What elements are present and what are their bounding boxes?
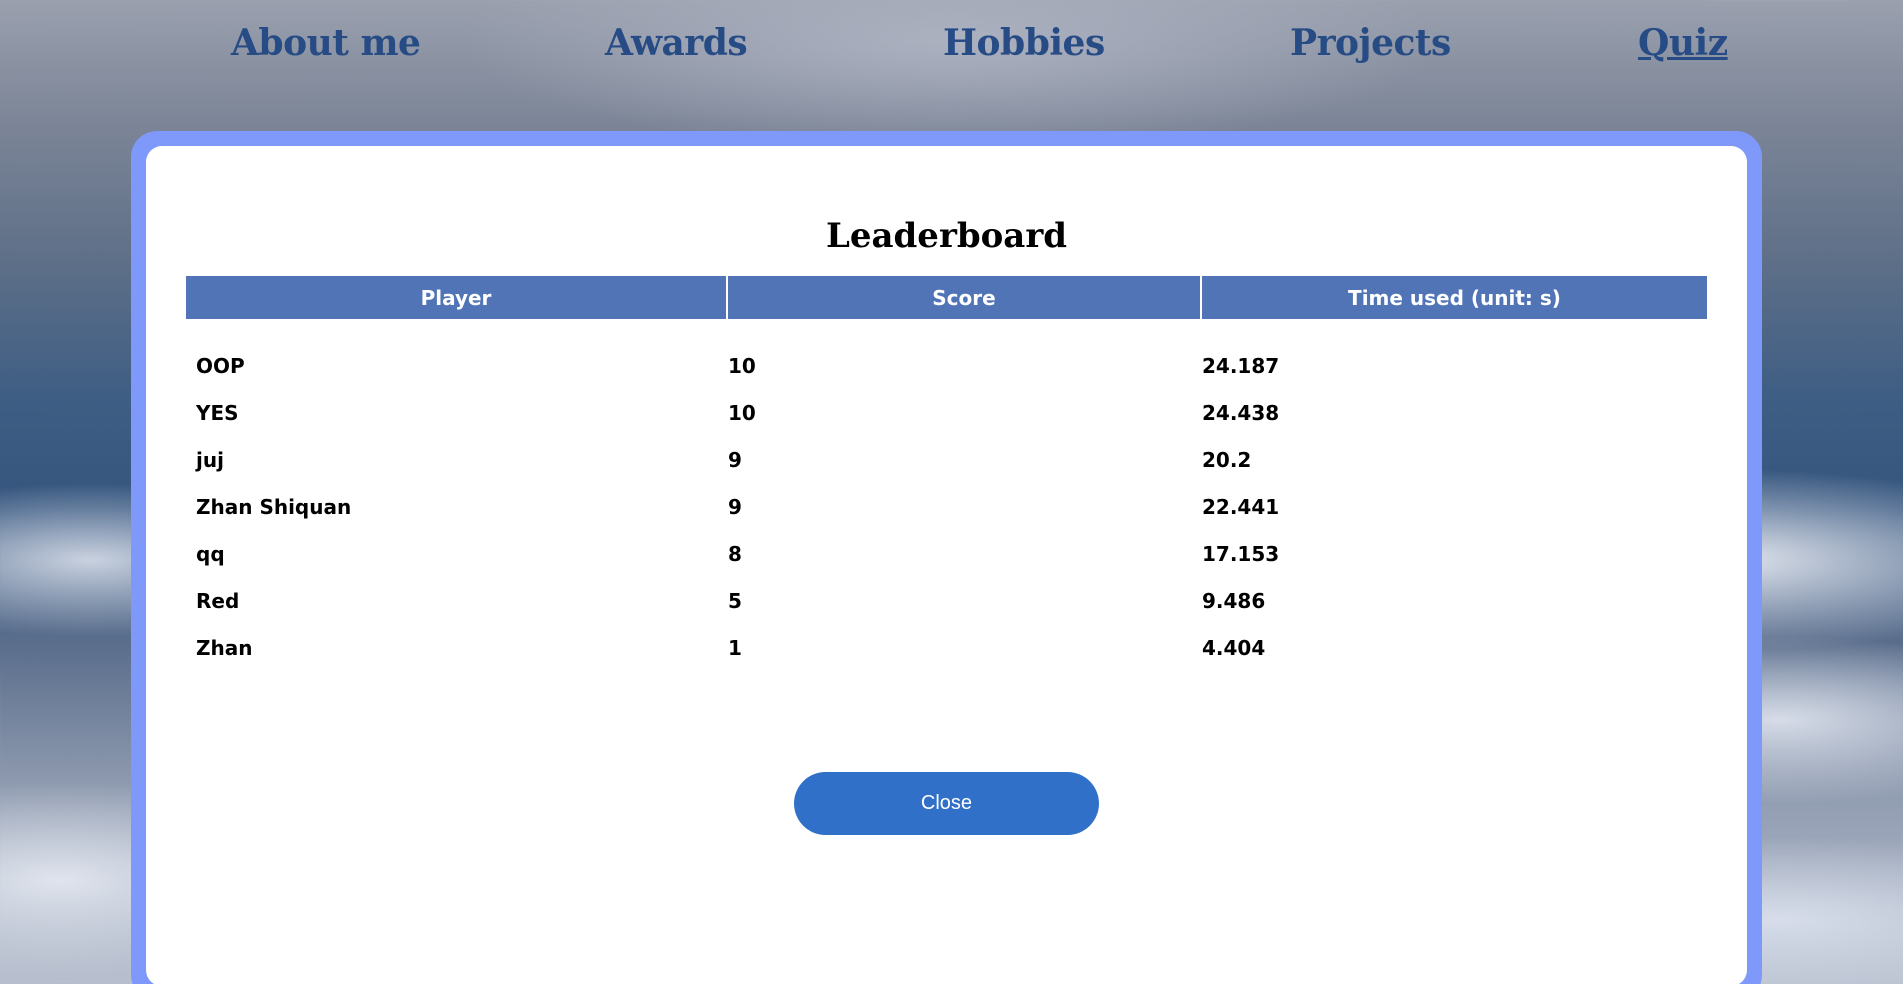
leaderboard-modal: Leaderboard Player Score Time used (unit… [131,131,1762,984]
nav-link-about-me[interactable]: About me [231,22,421,64]
player-cell: Zhan [196,635,253,660]
table-row: Zhan Shiquan 9 22.441 [186,483,1707,530]
leaderboard-title: Leaderboard [825,216,1068,256]
player-cell: qq [196,541,225,566]
table-row: qq 8 17.153 [186,530,1707,577]
time-cell: 9.486 [1202,588,1266,613]
table-row: YES 10 24.438 [186,389,1707,436]
leaderboard-table-header: Player Score Time used (unit: s) [186,276,1707,319]
time-cell: 4.404 [1202,635,1266,660]
player-cell: juj [196,447,224,472]
leaderboard-table-body: OOP 10 24.187 YES 10 24.438 juj 9 20.2 Z… [186,342,1707,671]
column-header-player: Player [186,276,726,319]
score-cell: 9 [728,447,742,472]
nav-link-awards[interactable]: Awards [605,22,748,64]
player-cell: Zhan Shiquan [196,494,352,519]
table-row: juj 9 20.2 [186,436,1707,483]
table-row: OOP 10 24.187 [186,342,1707,389]
player-cell: YES [196,400,239,425]
table-row: Red 5 9.486 [186,577,1707,624]
score-cell: 8 [728,541,742,566]
nav-link-quiz[interactable]: Quiz [1638,22,1728,64]
time-cell: 24.438 [1202,400,1280,425]
close-button[interactable]: Close [794,772,1099,835]
time-cell: 17.153 [1202,541,1280,566]
nav-link-projects[interactable]: Projects [1290,22,1451,64]
time-cell: 22.441 [1202,494,1280,519]
top-navigation: About me Awards Hobbies Projects Quiz [0,0,1903,100]
score-cell: 5 [728,588,742,613]
column-header-score: Score [728,276,1200,319]
table-row: Zhan 1 4.404 [186,624,1707,671]
score-cell: 9 [728,494,742,519]
column-header-time-used: Time used (unit: s) [1202,276,1707,319]
nav-link-hobbies[interactable]: Hobbies [943,22,1105,64]
leaderboard-modal-content: Leaderboard Player Score Time used (unit… [146,146,1747,984]
player-cell: OOP [196,353,245,378]
player-cell: Red [196,588,240,613]
score-cell: 10 [728,353,756,378]
score-cell: 10 [728,400,756,425]
time-cell: 24.187 [1202,353,1280,378]
score-cell: 1 [728,635,742,660]
time-cell: 20.2 [1202,447,1252,472]
